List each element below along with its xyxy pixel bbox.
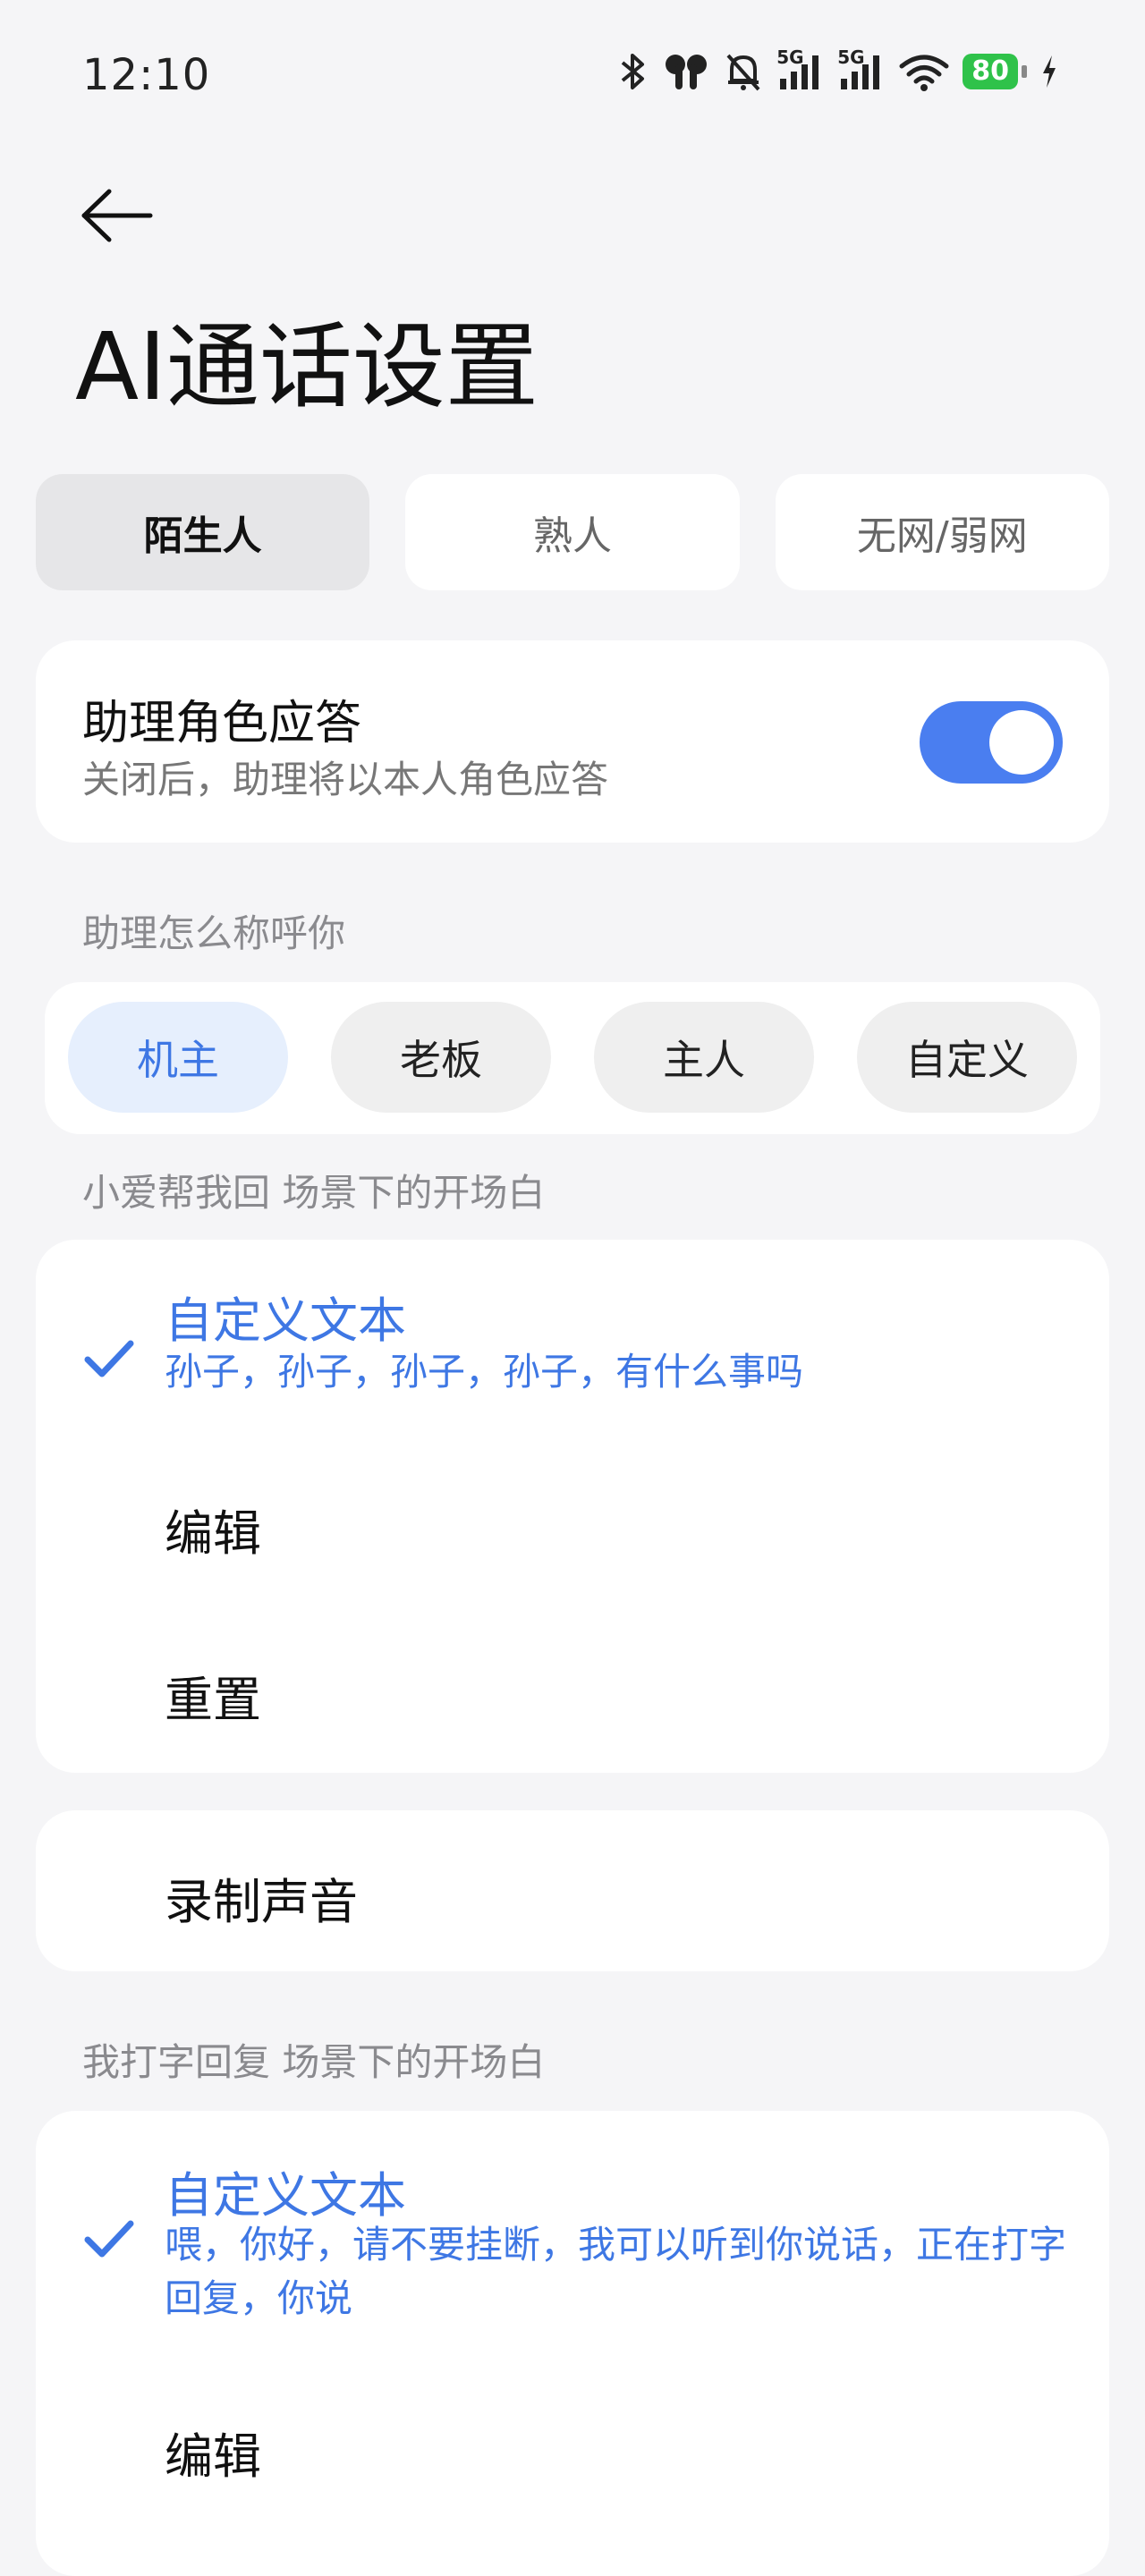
address-option-custom[interactable]: 自定义 [857, 1002, 1077, 1113]
typing-option-text: 喂，你好，请不要挂断，我可以听到你说话，正在打字回复，你说 [165, 2223, 1067, 2320]
assistant-role-subtitle: 关闭后，助理将以本人角色应答 [82, 758, 609, 801]
wifi-icon [899, 55, 949, 91]
tab-stranger[interactable]: 陌生人 [36, 474, 370, 590]
xiaoai-greeting-card: 自定义文本 孙子，孙子，孙子，孙子，有什么事吗 编辑 重置 [36, 1240, 1109, 1773]
status-icons: 5G 5G 80 [617, 47, 1059, 93]
signal-sim2: 5G [837, 47, 886, 91]
typing-greeting-label: 我打字回复 场景下的开场白 [82, 2040, 546, 2084]
back-arrow-icon [81, 189, 153, 242]
charging-icon [1043, 55, 1056, 88]
address-option-owner[interactable]: 机主 [68, 1002, 288, 1113]
checkmark-icon [84, 1340, 134, 1377]
mute-bell-icon [726, 54, 760, 91]
reset-greeting-button[interactable]: 重置 [165, 1660, 261, 1731]
signal-icon [780, 55, 819, 89]
tab-no-network[interactable]: 无网/弱网 [775, 474, 1109, 590]
greeting-option-text: 孙子，孙子，孙子，孙子，有什么事吗 [165, 1350, 804, 1394]
record-voice-button[interactable]: 录制声音 [165, 1862, 358, 1933]
address-section-label: 助理怎么称呼你 [82, 911, 346, 955]
greeting-option-title: 自定义文本 [165, 1292, 406, 1349]
signal-icon [841, 55, 880, 89]
address-option-boss[interactable]: 老板 [331, 1002, 551, 1113]
typing-greeting-card: 自定义文本 喂，你好，请不要挂断，我可以听到你说话，正在打字回复，你说 编辑 [36, 2111, 1109, 2576]
address-option-master[interactable]: 主人 [594, 1002, 814, 1113]
page-title: AI通话设置 [75, 312, 539, 421]
typing-option-title: 自定义文本 [165, 2167, 406, 2224]
contact-type-tabs: 陌生人 熟人 无网/弱网 [36, 474, 1109, 590]
earbuds-icon [666, 55, 708, 89]
signal-sim1: 5G [776, 47, 825, 91]
battery-indicator: 80 [963, 54, 1027, 89]
assistant-role-switch[interactable] [920, 701, 1063, 784]
tab-acquaintance[interactable]: 熟人 [405, 474, 740, 590]
edit-greeting-button[interactable]: 编辑 [165, 1494, 261, 1564]
battery-level: 80 [963, 54, 1018, 89]
bluetooth-icon [621, 54, 645, 89]
back-button[interactable] [77, 184, 157, 247]
record-voice-card[interactable]: 录制声音 [36, 1810, 1109, 1971]
status-bar: 12:10 5G 5G 80 [0, 0, 1145, 152]
address-options-card: 机主 老板 主人 自定义 [45, 982, 1100, 1134]
status-time: 12:10 [82, 50, 211, 100]
edit-typing-greeting-button[interactable]: 编辑 [165, 2417, 261, 2487]
assistant-role-card[interactable]: 助理角色应答 关闭后，助理将以本人角色应答 [36, 640, 1109, 843]
battery-icon [1022, 65, 1027, 78]
assistant-role-title: 助理角色应答 [82, 697, 362, 750]
checkmark-icon [84, 2220, 134, 2258]
switch-knob [989, 710, 1054, 775]
xiaoai-greeting-label: 小爱帮我回 场景下的开场白 [82, 1171, 546, 1215]
